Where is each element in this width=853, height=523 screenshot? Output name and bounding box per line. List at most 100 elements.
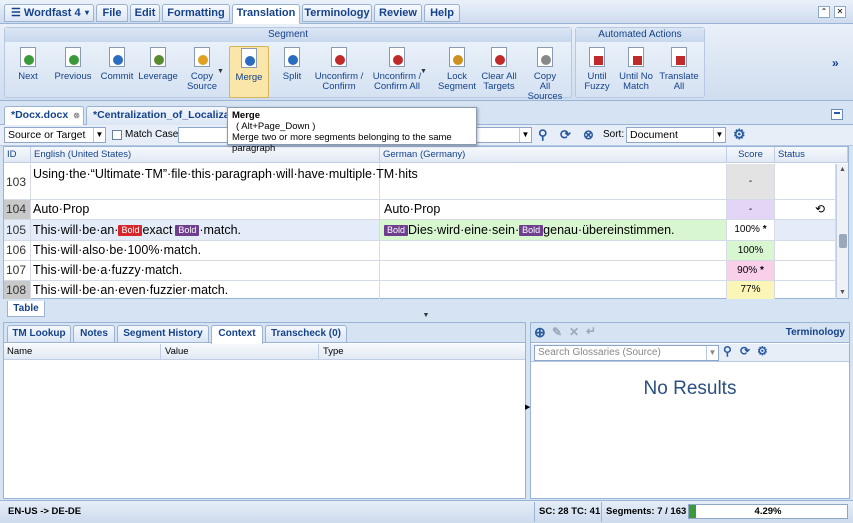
- bold-tag-close[interactable]: Bold: [175, 225, 200, 236]
- scope-select[interactable]: Source or Target ▼: [4, 127, 106, 143]
- language-pair: EN-US -> DE-DE: [8, 506, 82, 517]
- tab-notes[interactable]: Notes: [73, 325, 115, 342]
- minimize-ribbon-icon[interactable]: ✕: [834, 6, 846, 18]
- until-no-match-button[interactable]: Until No Match: [618, 46, 654, 98]
- status-cell: [775, 241, 836, 260]
- search-icon[interactable]: ⚲: [538, 127, 548, 143]
- gear-icon[interactable]: ⚙: [757, 344, 768, 358]
- previous-segment-icon: [62, 46, 84, 70]
- scroll-up-icon[interactable]: ▲: [839, 166, 846, 173]
- search-icon[interactable]: ⚲: [723, 344, 732, 358]
- tab-table[interactable]: Table: [7, 301, 45, 317]
- collapse-pane-icon[interactable]: ▶: [525, 403, 530, 417]
- source-cell[interactable]: This·will·be·a·fuzzy·match.: [31, 261, 380, 280]
- terminology-toolbar: ⊕ ✎ ✕ ↵ Terminology: [531, 323, 849, 343]
- table-row[interactable]: 107 This·will·be·a·fuzzy·match. 90% *: [4, 261, 836, 281]
- doc-tab-docx[interactable]: *Docx.docx ⊗: [4, 106, 84, 125]
- ribbon-more-button[interactable]: »: [832, 56, 839, 70]
- source-cell[interactable]: Using·the·“Ultimate·TM”·file·this·paragr…: [31, 164, 418, 199]
- doc-tab-centralization[interactable]: *Centralization_of_Localizati: [86, 106, 228, 125]
- tab-review[interactable]: Review: [374, 4, 422, 22]
- automated-action-icon: [668, 46, 690, 70]
- leverage-icon: [147, 46, 169, 70]
- bold-tag-open[interactable]: Bold: [384, 225, 409, 236]
- until-fuzzy-button[interactable]: Until Fuzzy: [582, 46, 612, 98]
- context-table-header: Name Value Type: [4, 344, 525, 360]
- source-cell[interactable]: Auto·Prop: [31, 200, 380, 219]
- add-term-icon[interactable]: ⊕: [534, 324, 546, 341]
- previous-button[interactable]: Previous: [53, 46, 93, 98]
- copy-source-dropdown-icon[interactable]: ▼: [217, 68, 224, 75]
- glossary-search-bar: Search Glossaries (Source) ▼ ⚲ ⟳ ⚙: [531, 344, 849, 362]
- menu-bar: ☰ Wordfast 4 ▾ File Edit Formatting Tran…: [0, 0, 853, 24]
- next-button[interactable]: Next: [13, 46, 43, 98]
- merge-button[interactable]: Merge: [229, 46, 269, 98]
- target-cell[interactable]: [380, 261, 727, 280]
- find-next-icon[interactable]: ⟳: [560, 127, 571, 143]
- scroll-down-icon[interactable]: ▼: [839, 289, 846, 296]
- insert-term-icon[interactable]: ↵: [586, 324, 596, 338]
- target-cell[interactable]: [380, 281, 727, 299]
- tab-segment-history[interactable]: Segment History: [117, 325, 209, 342]
- maximize-icon[interactable]: [831, 109, 843, 120]
- terminology-title: Terminology: [785, 327, 845, 338]
- app-menu-button[interactable]: ☰ Wordfast 4 ▾: [4, 4, 94, 22]
- unconfirm-confirm-button[interactable]: Unconfirm / Confirm: [313, 46, 365, 98]
- confirm-all-dropdown-icon[interactable]: ▼: [420, 68, 427, 75]
- tab-terminology[interactable]: Terminology: [302, 4, 372, 22]
- tab-formatting[interactable]: Formatting: [162, 4, 230, 22]
- tab-file[interactable]: File: [96, 4, 128, 22]
- table-row[interactable]: 108 This·will·be·an·even·fuzzier·match. …: [4, 281, 836, 299]
- target-cell[interactable]: Bold Dies·wird·eine·sein· Bold genau·überei…: [380, 220, 727, 240]
- commit-button[interactable]: Commit: [97, 46, 137, 98]
- target-cell[interactable]: [380, 241, 727, 260]
- table-row-active[interactable]: 105 This·will·be·an· Bold exact Bold ·match.…: [4, 220, 836, 241]
- lock-segment-button[interactable]: Lock Segment: [437, 46, 477, 98]
- column-header-name[interactable]: Name: [7, 346, 32, 357]
- column-header-score[interactable]: Score: [727, 147, 775, 163]
- column-header-value[interactable]: Value: [160, 344, 189, 360]
- column-header-status[interactable]: Status: [775, 147, 848, 163]
- find-next-icon[interactable]: ⟳: [740, 344, 750, 358]
- copy-source-button[interactable]: Copy Source: [182, 46, 222, 98]
- unconfirm-confirm-all-button[interactable]: Unconfirm / Confirm All: [367, 46, 427, 98]
- status-cell: [775, 261, 836, 280]
- copy-all-sources-button[interactable]: Copy All Sources: [521, 46, 569, 102]
- split-button[interactable]: Split: [273, 46, 311, 98]
- table-row[interactable]: 104 Auto·Prop Auto·Prop - ⟲: [4, 200, 836, 220]
- target-cell[interactable]: Auto·Prop: [380, 200, 727, 219]
- tab-context[interactable]: Context: [211, 325, 263, 344]
- grid-scrollbar[interactable]: ▲ ▼: [836, 164, 848, 298]
- collapse-ribbon-icon[interactable]: ⌃: [818, 6, 830, 18]
- delete-term-icon[interactable]: ✕: [569, 325, 579, 339]
- sort-select[interactable]: Document ▼: [626, 127, 726, 143]
- tab-transcheck[interactable]: Transcheck (0): [265, 325, 347, 342]
- clear-search-icon[interactable]: ⊗: [583, 127, 594, 143]
- target-cell[interactable]: [380, 164, 727, 199]
- match-case-checkbox[interactable]: [112, 130, 122, 140]
- column-header-type[interactable]: Type: [318, 344, 344, 360]
- source-cell[interactable]: This·will·be·an·even·fuzzier·match.: [31, 281, 380, 299]
- edit-term-icon[interactable]: ✎: [552, 325, 562, 339]
- splitter-handle[interactable]: ▼: [416, 312, 436, 319]
- scrollbar-thumb[interactable]: [839, 234, 847, 248]
- leverage-button[interactable]: Leverage: [137, 46, 179, 98]
- tab-edit[interactable]: Edit: [130, 4, 160, 22]
- tab-tm-lookup[interactable]: TM Lookup: [7, 325, 71, 342]
- column-header-id[interactable]: ID: [4, 147, 31, 163]
- table-row[interactable]: 106 This·will·also·be·100%·match. 100%: [4, 241, 836, 261]
- tab-translation[interactable]: Translation: [232, 4, 300, 24]
- bold-tag-open[interactable]: Bold: [118, 225, 143, 236]
- clear-all-targets-button[interactable]: Clear All Targets: [479, 46, 519, 98]
- source-cell[interactable]: This·will·be·an· Bold exact Bold ·match.: [31, 220, 380, 240]
- translate-all-button[interactable]: Translate All: [658, 46, 700, 98]
- close-icon[interactable]: ⊗: [73, 107, 80, 124]
- source-cell[interactable]: This·will·also·be·100%·match.: [31, 241, 380, 260]
- lock-segment-icon: [446, 46, 468, 70]
- glossary-search-input[interactable]: Search Glossaries (Source) ▼: [534, 345, 719, 361]
- bold-tag-close[interactable]: Bold: [519, 225, 544, 236]
- table-row[interactable]: 103 Using·the·“Ultimate·TM”·file·this·pa…: [4, 164, 836, 200]
- commit-icon: [106, 46, 128, 70]
- gear-icon[interactable]: ⚙: [733, 126, 746, 143]
- tab-help[interactable]: Help: [424, 4, 460, 22]
